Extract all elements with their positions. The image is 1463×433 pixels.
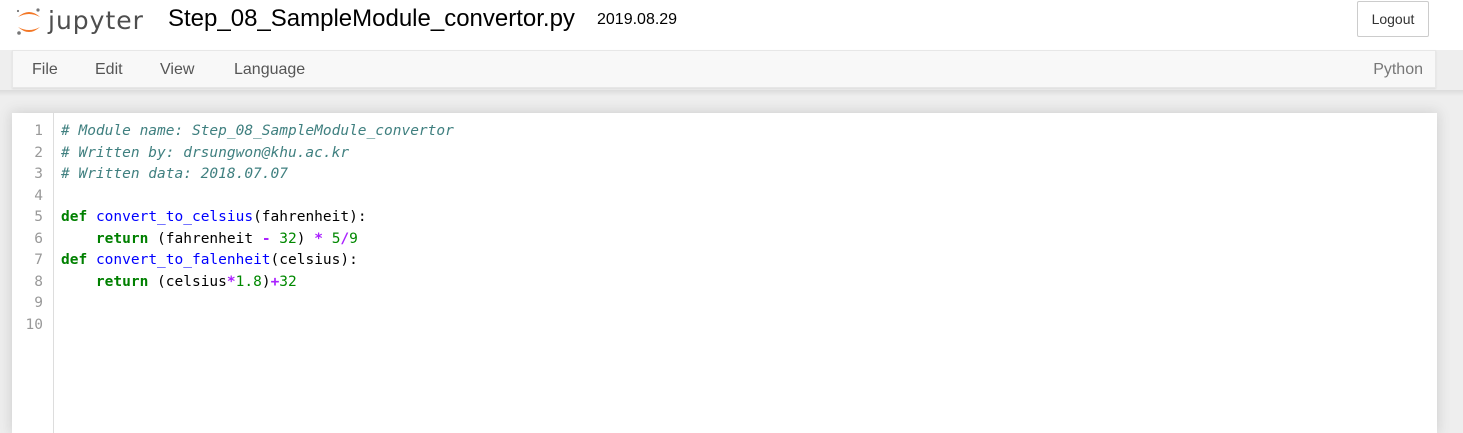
- line-number: 6: [34, 230, 43, 247]
- line-number: 3: [34, 166, 43, 182]
- menubar: File Edit View Language Python: [12, 50, 1436, 88]
- line-number: 4: [34, 187, 43, 204]
- menu-file[interactable]: File: [32, 51, 58, 89]
- code-line[interactable]: def convert_to_falenheit(celsius):: [61, 250, 1427, 272]
- code-token-comment: # Module name: Step_08_SampleModule_conv…: [61, 123, 454, 139]
- code-token-plain: ): [296, 230, 315, 247]
- code-token-keyword: return: [95, 273, 149, 290]
- line-number: 2: [34, 144, 43, 161]
- code-token-plain: (fahrenheit):: [253, 209, 367, 225]
- menu-view[interactable]: View: [160, 51, 194, 89]
- line-number: 10: [25, 316, 43, 333]
- code-token-comment: # Written by: drsungwon@khu.ac.kr: [61, 144, 350, 161]
- code-line[interactable]: [61, 315, 1427, 337]
- jupyter-logo-icon: [16, 8, 40, 35]
- code-token-plain: (celsius: [148, 273, 227, 290]
- jupyter-logo-text: jupyter: [48, 6, 144, 35]
- line-number: 9: [34, 295, 43, 311]
- code-token-plain: ): [261, 273, 271, 290]
- code-line[interactable]: [61, 293, 1427, 315]
- line-number: 8: [34, 273, 43, 290]
- menu-language[interactable]: Language: [234, 51, 305, 89]
- code-line[interactable]: return (celsius*1.8)+32: [61, 272, 1427, 294]
- code-area[interactable]: # Module name: Step_08_SampleModule_conv…: [61, 121, 1427, 336]
- jupyter-logo[interactable]: jupyter: [14, 4, 154, 40]
- code-line[interactable]: # Written data: 2018.07.07: [61, 164, 1427, 186]
- code-line[interactable]: [61, 186, 1427, 208]
- code-token-number: 9: [349, 230, 358, 247]
- code-token-keyword: def: [61, 209, 88, 225]
- header-shadow: [0, 90, 1463, 96]
- header: jupyter Step_08_SampleModule_convertor.p…: [0, 0, 1463, 50]
- code-token-def: convert_to_celsius: [95, 209, 254, 225]
- code-token-operator: -: [261, 230, 271, 247]
- code-token-keyword: return: [95, 230, 149, 247]
- line-number-gutter: 1 2 3 4 5 6 7 8 9 10: [12, 113, 54, 433]
- code-line[interactable]: def convert_to_celsius(fahrenheit):: [61, 207, 1427, 229]
- line-number: 1: [34, 123, 43, 139]
- code-token-number: 32: [279, 230, 297, 247]
- code-line[interactable]: # Module name: Step_08_SampleModule_conv…: [61, 121, 1427, 143]
- last-modified-date: 2019.08.29: [597, 11, 678, 28]
- code-token-number: 1.8: [235, 273, 262, 290]
- code-token-operator: +: [270, 273, 280, 290]
- code-token-operator: /: [340, 230, 350, 247]
- code-editor[interactable]: 1 2 3 4 5 6 7 8 9 10 # Module name: Step_08_Sampl…: [12, 113, 1437, 433]
- code-token-keyword: def: [61, 252, 88, 268]
- line-number: 7: [34, 252, 43, 268]
- code-line[interactable]: return (fahrenheit - 32) * 5/9: [61, 229, 1427, 251]
- code-line[interactable]: # Written by: drsungwon@khu.ac.kr: [61, 143, 1427, 165]
- logout-button[interactable]: Logout: [1357, 1, 1429, 37]
- code-token-comment: # Written data: 2018.07.07: [61, 166, 288, 182]
- line-number: 5: [34, 209, 43, 225]
- language-mode-indicator: Python: [1373, 61, 1423, 78]
- code-token-number: 32: [279, 273, 297, 290]
- code-token-plain: (celsius):: [270, 252, 358, 268]
- code-token-operator: *: [314, 230, 323, 247]
- file-title[interactable]: Step_08_SampleModule_convertor.py: [168, 5, 575, 33]
- code-token-operator: *: [226, 273, 236, 290]
- menu-edit[interactable]: Edit: [95, 51, 123, 89]
- code-token-plain: (fahrenheit: [148, 230, 262, 247]
- code-token-def: convert_to_falenheit: [95, 252, 271, 268]
